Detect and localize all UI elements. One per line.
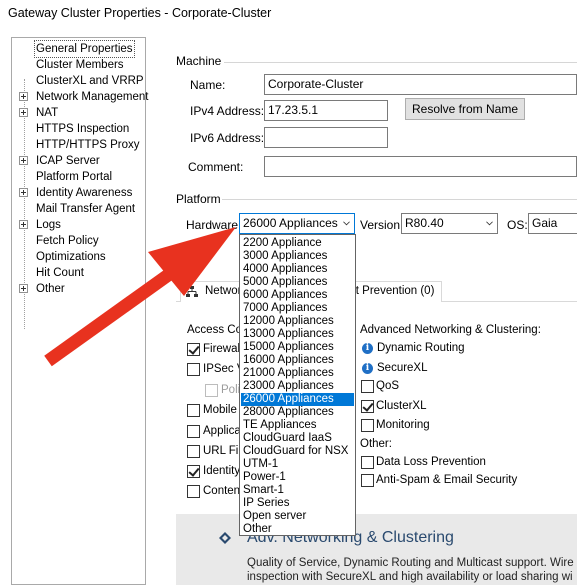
- expand-plus-icon[interactable]: [19, 220, 28, 229]
- hardware-label: Hardware:: [186, 218, 242, 232]
- window-title: Gateway Cluster Properties - Corporate-C…: [8, 6, 272, 20]
- url-filtering-label: URL Filt: [203, 445, 245, 457]
- hardware-option[interactable]: TE Appliances: [241, 419, 354, 432]
- hardware-option[interactable]: Power-1: [241, 471, 354, 484]
- hardware-option[interactable]: 23000 Appliances: [241, 380, 354, 393]
- hardware-option[interactable]: 2200 Appliance: [241, 237, 354, 250]
- hardware-select[interactable]: 26000 Appliances: [239, 213, 355, 234]
- hardware-option[interactable]: 13000 Appliances: [241, 328, 354, 341]
- content-awareness-label: Content: [203, 485, 244, 497]
- diamond-icon: [219, 532, 231, 544]
- chevron-down-icon: [343, 221, 350, 226]
- name-input[interactable]: Corporate-Cluster: [264, 74, 577, 95]
- advanced-networking-header: Advanced Networking & Clustering:: [360, 324, 541, 336]
- info-icon: i: [362, 343, 373, 354]
- identity-awareness-label: Identity: [203, 465, 241, 477]
- hardware-option[interactable]: CloudGuard IaaS: [241, 432, 354, 445]
- tab-threat-prevention[interactable]: eat Prevention (0): [342, 281, 442, 302]
- info-icon: i: [362, 363, 373, 374]
- expand-plus-icon[interactable]: [19, 156, 28, 165]
- ipsec-vpn-checkbox[interactable]: [187, 363, 200, 376]
- mobile-access-checkbox[interactable]: [187, 404, 200, 417]
- chevron-down-icon: [486, 221, 493, 226]
- antispam-label: Anti-Spam & Email Security: [376, 474, 518, 486]
- firewall-label: Firewall: [203, 343, 243, 355]
- hardware-option[interactable]: 28000 Appliances: [241, 406, 354, 419]
- expand-plus-icon[interactable]: [19, 108, 28, 117]
- dynamic-routing-label: Dynamic Routing: [377, 342, 465, 354]
- hardware-option[interactable]: 6000 Appliances: [241, 289, 354, 302]
- application-control-checkbox[interactable]: [187, 425, 200, 438]
- comment-input[interactable]: [264, 156, 577, 177]
- ipv6-label: IPv6 Address:: [190, 131, 265, 145]
- other-header: Other:: [360, 438, 392, 450]
- expand-plus-icon[interactable]: [19, 284, 28, 293]
- hardware-option[interactable]: Smart-1: [241, 484, 354, 497]
- ipv4-label: IPv4 Address:: [190, 104, 265, 118]
- hardware-option[interactable]: IP Series: [241, 497, 354, 510]
- dlp-label: Data Loss Prevention: [376, 456, 486, 468]
- hardware-option[interactable]: 21000 Appliances: [241, 367, 354, 380]
- network-icon: [186, 286, 198, 297]
- hardware-option[interactable]: 12000 Appliances: [241, 315, 354, 328]
- name-label: Name:: [190, 78, 226, 92]
- machine-section-label: Machine: [176, 54, 222, 68]
- hardware-option[interactable]: 5000 Appliances: [241, 276, 354, 289]
- firewall-checkbox[interactable]: [187, 343, 200, 356]
- os-label: OS:: [507, 218, 528, 232]
- navigation-tree[interactable]: General Properties Cluster Members Clust…: [11, 37, 149, 585]
- version-label: Version:: [360, 218, 404, 232]
- feature-description-line-1: Quality of Service, Dynamic Routing and …: [247, 557, 574, 569]
- qos-label: QoS: [376, 380, 400, 392]
- ipv6-input[interactable]: [264, 127, 388, 148]
- platform-section-label: Platform: [176, 192, 221, 206]
- expand-plus-icon[interactable]: [19, 188, 28, 197]
- hardware-option[interactable]: 7000 Appliances: [241, 302, 354, 315]
- resolve-from-name-button[interactable]: Resolve from Name: [405, 98, 525, 120]
- application-control-label: Applicat: [203, 425, 244, 437]
- tab-network[interactable]: Network: [180, 281, 247, 302]
- hardware-option[interactable]: UTM-1: [241, 458, 354, 471]
- hardware-option[interactable]: CloudGuard for NSX: [241, 445, 354, 458]
- comment-label: Comment:: [188, 160, 244, 174]
- machine-section-divider: [224, 62, 577, 63]
- monitoring-label: Monitoring: [376, 419, 430, 431]
- platform-section-divider: [222, 199, 577, 200]
- version-select[interactable]: R80.40: [401, 213, 498, 234]
- feature-description-line-2: inspection with SecureXL and high availa…: [247, 571, 573, 583]
- securexl-label: SecureXL: [377, 362, 428, 374]
- ipv4-input[interactable]: 17.23.5.1: [264, 100, 388, 121]
- url-filtering-checkbox[interactable]: [187, 445, 200, 458]
- hardware-option[interactable]: Open server: [241, 510, 354, 523]
- content-awareness-checkbox[interactable]: [187, 485, 200, 498]
- hardware-option[interactable]: 4000 Appliances: [241, 263, 354, 276]
- hardware-option[interactable]: 15000 Appliances: [241, 341, 354, 354]
- expand-plus-icon[interactable]: [19, 92, 28, 101]
- hardware-option[interactable]: 16000 Appliances: [241, 354, 354, 367]
- clusterxl-label: ClusterXL: [376, 400, 427, 412]
- hardware-option-selected[interactable]: 26000 Appliances: [241, 393, 354, 406]
- dlp-checkbox[interactable]: [361, 456, 374, 469]
- policy-checkbox[interactable]: [205, 384, 218, 397]
- access-control-header: Access Co: [187, 324, 242, 336]
- monitoring-checkbox[interactable]: [361, 419, 374, 432]
- hardware-option[interactable]: Other: [241, 523, 354, 536]
- hardware-option[interactable]: 3000 Appliances: [241, 250, 354, 263]
- title-bar: Gateway Cluster Properties - Corporate-C…: [0, 0, 577, 32]
- antispam-checkbox[interactable]: [361, 474, 374, 487]
- qos-checkbox[interactable]: [361, 380, 374, 393]
- os-select[interactable]: Gaia: [528, 213, 577, 234]
- identity-awareness-checkbox[interactable]: [187, 465, 200, 478]
- clusterxl-checkbox[interactable]: [361, 400, 374, 413]
- hardware-dropdown-list[interactable]: 2200 Appliance 3000 Appliances 4000 Appl…: [239, 234, 356, 536]
